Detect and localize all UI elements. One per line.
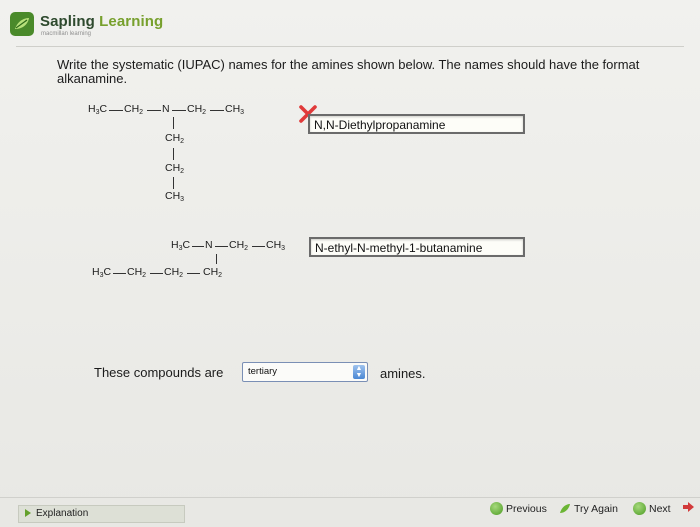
try-again-leaf-icon — [560, 504, 570, 513]
answer-input-1[interactable]: N,N-Diethylpropanamine — [308, 114, 525, 134]
brand-title[interactable]: Sapling Learning — [40, 13, 163, 30]
s2-atom-ch2-4: CH2 — [203, 266, 223, 279]
s2-atom-ch2-3: CH2 — [164, 266, 184, 279]
s2-atom-ch2: CH2 — [229, 239, 249, 252]
s1-atom-ch3: CH3 — [225, 103, 245, 116]
brand-name-part1: Sapling — [40, 13, 100, 30]
sapling-leaf-icon — [10, 12, 34, 36]
answer-1-value: N,N-Diethylpropanamine — [314, 118, 446, 132]
s1-row1: H3C — [88, 103, 107, 116]
previous-button[interactable]: Previous — [490, 502, 547, 515]
s2-bond — [113, 273, 126, 274]
s2-atom-h3c: H3C — [171, 239, 191, 252]
brand-subtitle: macmillan learning — [41, 31, 92, 37]
s2-bond — [187, 273, 200, 274]
s2-bond — [216, 254, 217, 264]
explanation-toggle[interactable]: Explanation — [18, 505, 185, 523]
s2-bond — [150, 273, 163, 274]
s2-atom-ch3: CH3 — [266, 239, 286, 252]
s1-bond — [147, 110, 161, 111]
s1-atom-ch2a: CH2 — [124, 103, 144, 116]
s1-atom-h3c: H3C — [88, 103, 108, 116]
question-prompt: Write the systematic (IUPAC) names for t… — [57, 57, 640, 86]
s2-bond — [192, 246, 204, 247]
footer-divider — [0, 497, 700, 498]
page: Sapling Learning macmillan learning Writ… — [0, 0, 700, 527]
previous-circle-icon — [490, 502, 503, 515]
s2-atom-h3c-2: H3C — [92, 266, 112, 279]
amines-label: amines. — [380, 366, 426, 381]
amine-type-selected-value: tertiary — [248, 366, 278, 377]
s1-branch-ch3: CH3 — [165, 190, 185, 203]
s1-branch-ch2b: CH2 — [165, 162, 185, 175]
s1-branch-ch2a: CH2 — [165, 132, 185, 145]
explanation-label: Explanation — [36, 508, 89, 519]
s1-bond — [173, 177, 174, 189]
s1-atom-ch2b: CH2 — [187, 103, 207, 116]
answer-2-value: N-ethyl-N-methyl-1-butanamine — [315, 241, 483, 255]
s1-bond — [210, 110, 224, 111]
s1-bond — [172, 110, 186, 111]
s2-bond — [215, 246, 228, 247]
s2-bond — [252, 246, 265, 247]
s2-atom-n: N — [205, 239, 213, 251]
expand-triangle-icon — [25, 509, 31, 517]
try-again-label: Try Again — [574, 503, 618, 515]
s1-bond — [173, 117, 174, 129]
next-circle-icon — [633, 502, 646, 515]
try-again-button[interactable]: Try Again — [558, 502, 618, 515]
s2-atom-ch2-2: CH2 — [127, 266, 147, 279]
header-divider — [16, 46, 684, 47]
compounds-label: These compounds are — [94, 365, 224, 380]
previous-label: Previous — [506, 503, 547, 515]
s1-bond — [173, 148, 174, 160]
amine-type-select[interactable]: tertiary ▲ ▼ — [242, 362, 368, 382]
brand-name-part2: Learning — [99, 13, 164, 30]
select-arrows-icon[interactable]: ▲ ▼ — [353, 365, 365, 379]
next-arrow-icon[interactable] — [681, 500, 695, 514]
answer-input-2[interactable]: N-ethyl-N-methyl-1-butanamine — [309, 237, 525, 257]
s1-bond — [109, 110, 123, 111]
next-button[interactable]: Next — [633, 502, 671, 515]
s1-atom-n: N — [162, 103, 170, 115]
next-label: Next — [649, 503, 671, 515]
